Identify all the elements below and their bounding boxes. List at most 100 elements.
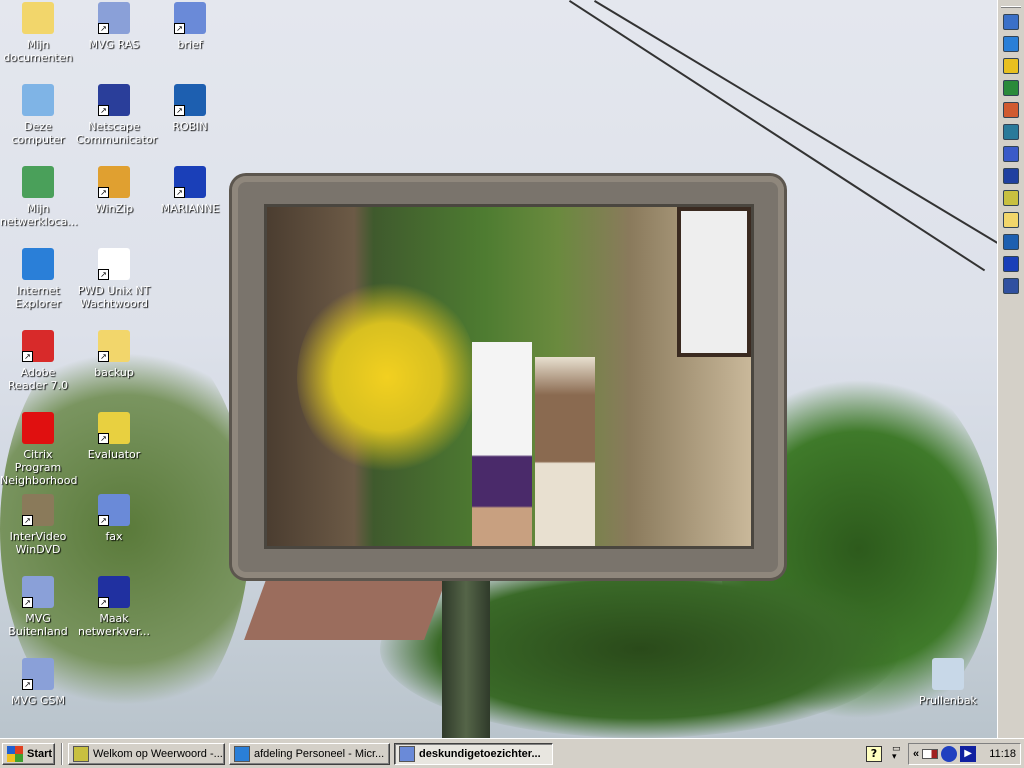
- desktop-icon-label: Prullenbak: [919, 694, 977, 707]
- quick-launch-excel-icon[interactable]: [1003, 80, 1019, 96]
- desktop-icon-winzip[interactable]: ↗ WinZip: [76, 164, 152, 215]
- desktop-icon-mijn-documenten[interactable]: Mijn documenten: [0, 0, 76, 64]
- desktop-icon-label: Deze computer: [11, 120, 65, 146]
- password-icon: ↗: [98, 248, 130, 280]
- winzip-icon: ↗: [98, 166, 130, 198]
- desktop-icon-evaluator[interactable]: ↗ Evaluator: [76, 410, 152, 461]
- windvd-icon: ↗: [22, 494, 54, 526]
- start-button[interactable]: Start: [2, 743, 55, 765]
- desktop-icon-label: MVG RAS: [88, 38, 140, 51]
- folder-icon: ↗: [98, 330, 130, 362]
- traffic-mirror: [232, 176, 784, 578]
- quick-launch-media-player-icon[interactable]: [1003, 278, 1019, 294]
- mirror-reflection: [264, 204, 754, 549]
- desktop-icon-adobe-reader-7-0[interactable]: ↗ Adobe Reader 7.0: [0, 328, 76, 392]
- desktop-icon-label: MVG GSM: [10, 694, 66, 707]
- desktop-icon-label: InterVideo WinDVD: [9, 530, 67, 556]
- desktop-icon-brief[interactable]: ↗ brief: [152, 0, 228, 51]
- shortcut-arrow-icon: ↗: [98, 515, 109, 526]
- quick-launch-folder-icon[interactable]: [1003, 212, 1019, 228]
- audio-tray-icon[interactable]: [941, 746, 958, 762]
- network-tray-icon[interactable]: [922, 749, 939, 759]
- desktop-icon-prullenbak[interactable]: Prullenbak: [910, 656, 986, 707]
- quick-launch-robin-icon[interactable]: [1003, 234, 1019, 250]
- desktop-icon-internet-explorer[interactable]: Internet Explorer: [0, 246, 76, 310]
- help-icon[interactable]: ?: [866, 746, 882, 762]
- system-tray: « ▶ 11:18: [908, 743, 1021, 765]
- mirror-pole: [442, 578, 490, 738]
- person: [535, 357, 595, 546]
- media-tray-icon[interactable]: ▶: [960, 746, 977, 762]
- quick-launch-internet-explorer-icon[interactable]: [1003, 36, 1019, 52]
- shortcut-arrow-icon: ↗: [174, 105, 185, 116]
- quick-launch-key-icon[interactable]: [1003, 58, 1019, 74]
- quick-launch-evaluator-icon[interactable]: [1003, 168, 1019, 184]
- roof: [244, 580, 446, 640]
- marianne-icon: ↗: [174, 166, 206, 198]
- desktop-icon-label: Evaluator: [87, 448, 141, 461]
- recycle-bin-icon: [932, 658, 964, 690]
- half-timbered-house: [677, 207, 751, 357]
- word-document-icon: ↗: [98, 494, 130, 526]
- desktop-icon-marianne[interactable]: ↗ MARIANNE: [152, 164, 228, 215]
- shortcut-arrow-icon: ↗: [98, 187, 109, 198]
- shortcut-arrow-icon: ↗: [98, 351, 109, 362]
- taskbar-task[interactable]: Welkom op Weerwoord -...: [68, 743, 225, 765]
- desktop-icon-mvg-ras[interactable]: ↗ MVG RAS: [76, 0, 152, 51]
- quick-launch-publisher-icon[interactable]: [1003, 124, 1019, 140]
- desktop-icon-pwd-unix-nt-wachtwoord[interactable]: ↗ PWD Unix NT Wachtwoord: [76, 246, 152, 310]
- desktop-icon-mvg-buitenland[interactable]: ↗ MVG Buitenland: [0, 574, 76, 638]
- desktop-icon-maak-netwerkver[interactable]: ↗ Maak netwerkver...: [76, 574, 152, 638]
- task-label: deskundigetoezichter...: [419, 748, 541, 760]
- shortcut-arrow-icon: ↗: [22, 597, 33, 608]
- taskbar-task[interactable]: afdeling Personeel - Micr...: [229, 743, 390, 765]
- desktop-icon-backup[interactable]: ↗ backup: [76, 328, 152, 379]
- network-connection-icon: ↗: [22, 658, 54, 690]
- citrix-icon: [22, 412, 54, 444]
- taskbar-task[interactable]: deskundigetoezichter...: [394, 743, 553, 765]
- desktop-icon-label: WinZip: [94, 202, 134, 215]
- internet-explorer-icon: [234, 746, 250, 762]
- desktop-icon-intervideo-windvd[interactable]: ↗ InterVideo WinDVD: [0, 492, 76, 556]
- word-document-icon: ↗: [174, 2, 206, 34]
- quick-launch-weerwoord-icon[interactable]: [1003, 190, 1019, 206]
- word-document-icon: [399, 746, 415, 762]
- taskbar-divider: [61, 743, 63, 765]
- yellow-flowers: [297, 277, 477, 477]
- internet-explorer-icon: [22, 248, 54, 280]
- desktop-icon-label: ROBIN: [172, 120, 208, 133]
- my-computer-icon: [22, 84, 54, 116]
- shortcut-arrow-icon: ↗: [98, 23, 109, 34]
- quick-launch-outlook-icon[interactable]: [1003, 14, 1019, 30]
- network-places-icon: [22, 166, 54, 198]
- weerwoord-icon: [73, 746, 89, 762]
- shortcut-arrow-icon: ↗: [98, 597, 109, 608]
- desktop-icon-label: PWD Unix NT Wachtwoord: [77, 284, 151, 310]
- taskbar: Start Welkom op Weerwoord -... afdeling P…: [0, 738, 1024, 768]
- tray-expand-button[interactable]: «: [913, 748, 919, 760]
- desktop-icon-label: fax: [105, 530, 123, 543]
- quick-launch-powerpoint-icon[interactable]: [1003, 102, 1019, 118]
- desktop-toggle-icon[interactable]: ▭ ▾: [892, 745, 902, 762]
- evaluator-icon: ↗: [98, 412, 130, 444]
- desktop-icon-label: MARIANNE: [160, 202, 220, 215]
- adobe-reader-icon: ↗: [22, 330, 54, 362]
- task-label: afdeling Personeel - Micr...: [254, 748, 385, 760]
- desktop-icon-mvg-gsm[interactable]: ↗ MVG GSM: [0, 656, 76, 707]
- quick-launch-marianne-icon[interactable]: [1003, 256, 1019, 272]
- network-connection-icon: ↗: [98, 2, 130, 34]
- desktop-icon-mijn-netwerkloca[interactable]: Mijn netwerkloca...: [0, 164, 78, 228]
- desktop-icon-citrix-program-neighborhood[interactable]: Citrix Program Neighborhood: [0, 410, 77, 487]
- network-connection-icon: ↗: [22, 576, 54, 608]
- desktop-icon-robin[interactable]: ↗ ROBIN: [152, 82, 228, 133]
- desktop-icon-label: Internet Explorer: [15, 284, 61, 310]
- quick-launch-word-icon[interactable]: [1003, 146, 1019, 162]
- desktop-icon-label: Mijn netwerkloca...: [0, 202, 78, 228]
- shortcut-arrow-icon: ↗: [22, 515, 33, 526]
- desktop-icon-netscape-communicator[interactable]: ↗ Netscape Communicator: [76, 82, 157, 146]
- clock[interactable]: 11:18: [989, 748, 1016, 760]
- task-label: Welkom op Weerwoord -...: [93, 748, 223, 760]
- desktop-icon-deze-computer[interactable]: Deze computer: [0, 82, 76, 146]
- desktop-icon-fax[interactable]: ↗ fax: [76, 492, 152, 543]
- toolbar-grip[interactable]: [1001, 6, 1021, 8]
